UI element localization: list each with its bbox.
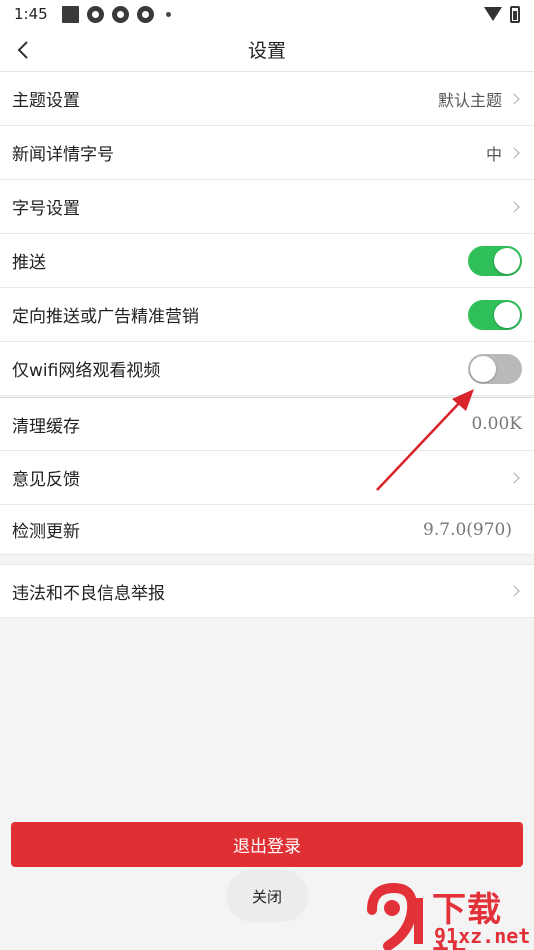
row-label: 定向推送或广告精准营销 xyxy=(12,307,199,327)
row-clear-cache[interactable]: 清理缓存 0.00K xyxy=(0,397,534,451)
watermark-logo-icon xyxy=(367,882,423,950)
row-wifi-only-video: 仅wifi网络观看视频 xyxy=(0,342,534,396)
back-arrow-icon[interactable] xyxy=(14,40,34,60)
chevron-right-icon xyxy=(508,200,520,213)
chevron-right-icon xyxy=(508,92,520,105)
toggle-knob xyxy=(494,301,520,328)
row-label: 主题设置 xyxy=(12,91,80,111)
notification-square-icon xyxy=(61,5,79,23)
notification-app-icon xyxy=(86,5,104,23)
status-right xyxy=(484,5,520,23)
notification-app-icon xyxy=(111,5,129,23)
row-label: 推送 xyxy=(12,253,46,273)
close-toast[interactable]: 关闭 xyxy=(226,870,308,922)
row-theme-settings[interactable]: 主题设置 默认主题 xyxy=(0,72,534,126)
chevron-right-icon xyxy=(508,146,520,159)
targeted-push-toggle[interactable] xyxy=(468,299,522,330)
watermark-url: 91xz.net xyxy=(434,924,531,948)
row-value: 中 xyxy=(486,141,522,165)
row-label: 新闻详情字号 xyxy=(12,145,114,165)
row-label: 违法和不良信息举报 xyxy=(12,583,165,604)
more-notifications-icon xyxy=(165,11,171,17)
section-gap xyxy=(0,556,534,564)
row-feedback[interactable]: 意见反馈 xyxy=(0,451,534,505)
row-value xyxy=(502,200,522,213)
cache-size-value: 0.00K xyxy=(471,414,522,434)
status-bar: 1:45 xyxy=(0,0,534,28)
chevron-right-icon xyxy=(508,471,520,484)
watermark: 下载站 91xz.net xyxy=(362,880,534,950)
toggle-knob xyxy=(470,355,496,382)
row-label: 意见反馈 xyxy=(12,470,80,490)
row-value xyxy=(502,471,522,484)
chevron-right-icon xyxy=(508,585,520,597)
row-label: 字号设置 xyxy=(12,199,80,219)
row-label: 清理缓存 xyxy=(12,416,80,437)
logout-button[interactable]: 退出登录 xyxy=(11,822,523,867)
toggle-knob xyxy=(494,247,520,274)
push-toggle[interactable] xyxy=(468,245,522,276)
row-push: 推送 xyxy=(0,234,534,288)
row-label: 检测更新 xyxy=(12,522,80,542)
row-font-size-settings[interactable]: 字号设置 xyxy=(0,180,534,234)
wifi-only-video-toggle[interactable] xyxy=(468,353,522,384)
status-time: 1:45 xyxy=(14,5,48,23)
row-value xyxy=(502,585,522,597)
row-news-font-size[interactable]: 新闻详情字号 中 xyxy=(0,126,534,180)
row-check-update[interactable]: 检测更新 9.7.0(970) xyxy=(0,505,534,555)
row-targeted-push: 定向推送或广告精准营销 xyxy=(0,288,534,342)
notification-app-icon xyxy=(136,5,154,23)
title-bar: 设置 xyxy=(0,28,534,72)
row-report-illegal-info[interactable]: 违法和不良信息举报 xyxy=(0,564,534,618)
version-value: 9.7.0(970) xyxy=(423,519,512,540)
wifi-icon xyxy=(484,7,502,21)
page-title: 设置 xyxy=(247,40,286,62)
row-value: 默认主题 xyxy=(438,87,522,111)
battery-icon xyxy=(510,5,520,23)
row-label: 仅wifi网络观看视频 xyxy=(12,361,161,381)
close-toast-label: 关闭 xyxy=(251,887,282,906)
